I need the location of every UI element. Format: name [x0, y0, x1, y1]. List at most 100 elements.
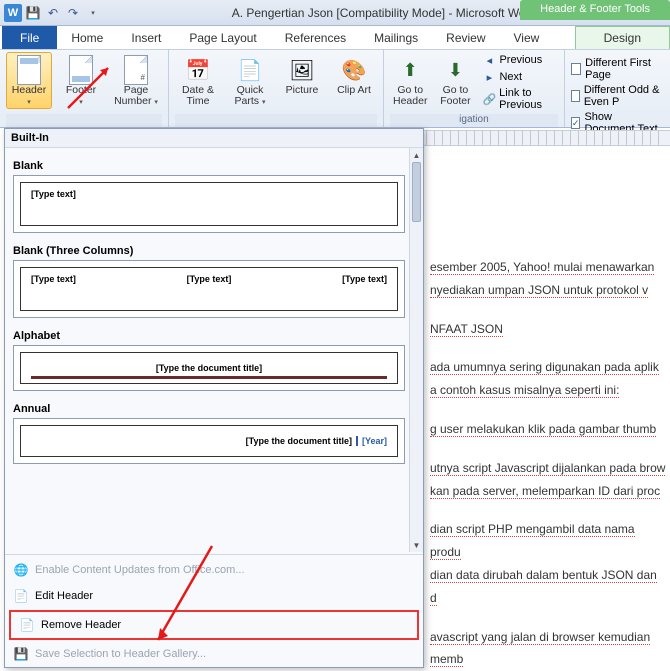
- placeholder-text: [Type text]: [187, 274, 232, 284]
- tab-insert[interactable]: Insert: [117, 26, 175, 49]
- undo-icon[interactable]: ↶: [44, 4, 62, 22]
- picture-icon: 🖼: [286, 55, 318, 85]
- globe-icon: 🌐: [13, 562, 29, 578]
- group-navigation: ⬆ Go to Header ⬇ Go to Footer ◂Previous …: [384, 50, 565, 127]
- redo-icon[interactable]: ↷: [64, 4, 82, 22]
- diff-oe-label: Different Odd & Even P: [584, 84, 664, 108]
- enable-content-updates-item: 🌐 Enable Content Updates from Office.com…: [5, 557, 423, 583]
- goto-header-button[interactable]: ⬆ Go to Header: [390, 52, 430, 108]
- footer-label: Footer: [66, 84, 96, 96]
- doc-text: nyediakan umpan JSON untuk protokol v: [430, 283, 648, 298]
- enable-updates-label: Enable Content Updates from Office.com..…: [35, 564, 245, 576]
- goto-footer-button[interactable]: ⬇ Go to Footer: [436, 52, 474, 108]
- clip-art-label: Clip Art: [337, 85, 371, 96]
- dropdown-scroll-area: Blank [Type text] Blank (Three Columns) …: [5, 148, 423, 552]
- header-page-icon: [17, 55, 41, 85]
- edit-header-item[interactable]: 📄 Edit Header: [5, 583, 423, 609]
- edit-header-label: Edit Header: [35, 590, 93, 602]
- page-number-icon: #: [124, 55, 148, 85]
- quick-parts-icon: 📄: [234, 55, 266, 85]
- quick-parts-button[interactable]: 📄 Quick Parts ▾: [227, 52, 273, 109]
- save-to-gallery-item: 💾 Save Selection to Header Gallery...: [5, 641, 423, 667]
- placeholder-text: [Type text]: [31, 189, 76, 199]
- picture-label: Picture: [286, 85, 319, 96]
- contextual-tab-title: Header & Footer Tools: [520, 0, 670, 20]
- tab-view[interactable]: View: [500, 26, 554, 49]
- placeholder-text: [Type text]: [342, 274, 387, 284]
- gallery-item-blank[interactable]: [Type text]: [13, 175, 405, 233]
- previous-icon: ◂: [482, 53, 496, 67]
- header-button[interactable]: Header ▾: [6, 52, 52, 109]
- group-options: Different First Page Different Odd & Eve…: [565, 50, 670, 127]
- navigation-group-label: igation: [390, 114, 558, 127]
- group-insert: 📅 Date & Time 📄 Quick Parts ▾ 🖼 Picture …: [169, 50, 384, 127]
- save-icon[interactable]: 💾: [24, 4, 42, 22]
- tab-mailings[interactable]: Mailings: [360, 26, 432, 49]
- doc-text: a contoh kasus misalnya seperti ini:: [430, 383, 619, 398]
- scroll-down-icon[interactable]: ▼: [410, 538, 423, 552]
- tab-page-layout[interactable]: Page Layout: [175, 26, 270, 49]
- remove-header-item[interactable]: 📄 Remove Header: [9, 610, 419, 640]
- tab-design[interactable]: Design: [575, 26, 670, 49]
- scroll-up-icon[interactable]: ▲: [410, 148, 423, 162]
- quick-access-toolbar: W 💾 ↶ ↷ ▾: [4, 4, 102, 22]
- quick-parts-label: Quick Parts: [235, 84, 264, 107]
- tab-file[interactable]: File: [2, 26, 57, 49]
- chevron-down-icon: ▾: [154, 99, 158, 106]
- tab-references[interactable]: References: [271, 26, 360, 49]
- checkbox-icon: [571, 90, 580, 102]
- word-app-icon: W: [4, 4, 22, 22]
- page-number-button[interactable]: # Page Number ▾: [110, 52, 162, 109]
- chevron-down-icon: ▾: [27, 99, 31, 106]
- doc-text: avascript yang jalan di browser kemudian…: [430, 630, 650, 668]
- remove-header-icon: 📄: [19, 617, 35, 633]
- link-to-previous-button[interactable]: 🔗Link to Previous: [480, 86, 557, 112]
- gallery-item-blank-three-columns[interactable]: [Type text] [Type text] [Type text]: [13, 260, 405, 318]
- link-label: Link to Previous: [499, 87, 556, 111]
- group-header-footer: Header▾ Footer▾ # Page Number ▾: [0, 50, 169, 127]
- placeholder-text: [Type the document title]: [246, 436, 352, 446]
- gallery-item-title: Blank (Three Columns): [11, 235, 407, 260]
- doc-text: dian data dirubah dalam bentuk JSON dan …: [430, 568, 657, 606]
- scrollbar-thumb[interactable]: [412, 162, 421, 222]
- header-label: Header: [12, 84, 46, 96]
- footer-page-icon: [69, 55, 93, 85]
- next-button[interactable]: ▸Next: [480, 69, 557, 85]
- clip-art-button[interactable]: 🎨 Clip Art: [331, 52, 377, 97]
- year-placeholder: [Year]: [356, 436, 387, 446]
- doc-text: g user melakukan klik pada gambar thumb: [430, 422, 656, 437]
- gallery-item-alphabet[interactable]: [Type the document title]: [13, 345, 405, 391]
- date-time-label: Date & Time: [178, 85, 218, 107]
- calendar-clock-icon: 📅: [182, 55, 214, 85]
- picture-button[interactable]: 🖼 Picture: [279, 52, 325, 97]
- remove-header-label: Remove Header: [41, 619, 121, 631]
- tab-home[interactable]: Home: [57, 26, 117, 49]
- doc-text: ada umumnya sering digunakan pada aplik: [430, 360, 659, 375]
- ribbon: Header▾ Footer▾ # Page Number ▾ 📅 Date &…: [0, 50, 670, 128]
- ribbon-tabs: File Home Insert Page Layout References …: [0, 26, 670, 50]
- next-label: Next: [499, 71, 522, 83]
- gallery-item-title: Blank: [11, 150, 407, 175]
- gallery-item-title: Alphabet: [11, 320, 407, 345]
- document-body[interactable]: esember 2005, Yahoo! mulai menawarkan nye…: [420, 146, 670, 670]
- goto-footer-icon: ⬇: [439, 55, 471, 85]
- tab-review[interactable]: Review: [432, 26, 499, 49]
- checkbox-icon: [571, 63, 581, 75]
- footer-button[interactable]: Footer▾: [58, 52, 104, 109]
- previous-label: Previous: [499, 54, 542, 66]
- diff-first-label: Different First Page: [585, 57, 664, 81]
- date-time-button[interactable]: 📅 Date & Time: [175, 52, 221, 108]
- different-odd-even-checkbox[interactable]: Different Odd & Even P: [571, 83, 664, 109]
- qat-customize-icon[interactable]: ▾: [84, 4, 102, 22]
- doc-text: esember 2005, Yahoo! mulai menawarkan: [430, 260, 654, 275]
- doc-text: dian script PHP mengambil data nama prod…: [430, 522, 635, 560]
- next-icon: ▸: [482, 70, 496, 84]
- gallery-item-annual[interactable]: [Type the document title] [Year]: [13, 418, 405, 464]
- dropdown-scrollbar[interactable]: ▲ ▼: [409, 148, 423, 552]
- previous-button[interactable]: ◂Previous: [480, 52, 557, 68]
- save-gallery-icon: 💾: [13, 646, 29, 662]
- header-gallery-dropdown: Built-In Blank [Type text] Blank (Three …: [4, 128, 424, 668]
- different-first-page-checkbox[interactable]: Different First Page: [571, 56, 664, 82]
- save-gallery-label: Save Selection to Header Gallery...: [35, 648, 206, 660]
- chevron-down-icon: ▾: [262, 99, 266, 106]
